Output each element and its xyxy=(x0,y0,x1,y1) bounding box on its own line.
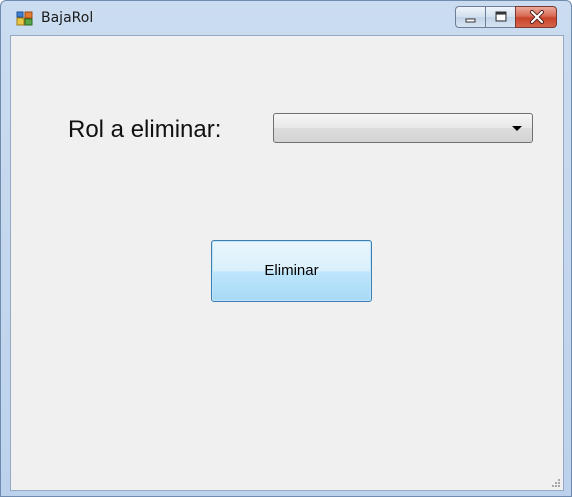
close-button[interactable] xyxy=(515,6,557,28)
resize-grip-icon[interactable] xyxy=(551,478,561,488)
role-dropdown[interactable] xyxy=(273,113,533,143)
maximize-button[interactable] xyxy=(485,6,515,28)
app-window: BajaRol Rol a eliminar: Eliminar xyxy=(0,0,572,497)
title-bar[interactable]: BajaRol xyxy=(1,1,571,35)
close-icon xyxy=(530,10,544,24)
caption-buttons xyxy=(455,6,557,28)
form-icon xyxy=(16,10,34,28)
chevron-down-icon[interactable] xyxy=(512,126,522,131)
minimize-icon xyxy=(465,18,476,23)
maximize-icon xyxy=(495,11,507,22)
role-label: Rol a eliminar: xyxy=(68,116,222,143)
window-title: BajaRol xyxy=(41,10,94,26)
minimize-button[interactable] xyxy=(455,6,485,28)
form-client-area: Rol a eliminar: Eliminar xyxy=(10,35,564,491)
delete-button[interactable]: Eliminar xyxy=(211,240,372,302)
